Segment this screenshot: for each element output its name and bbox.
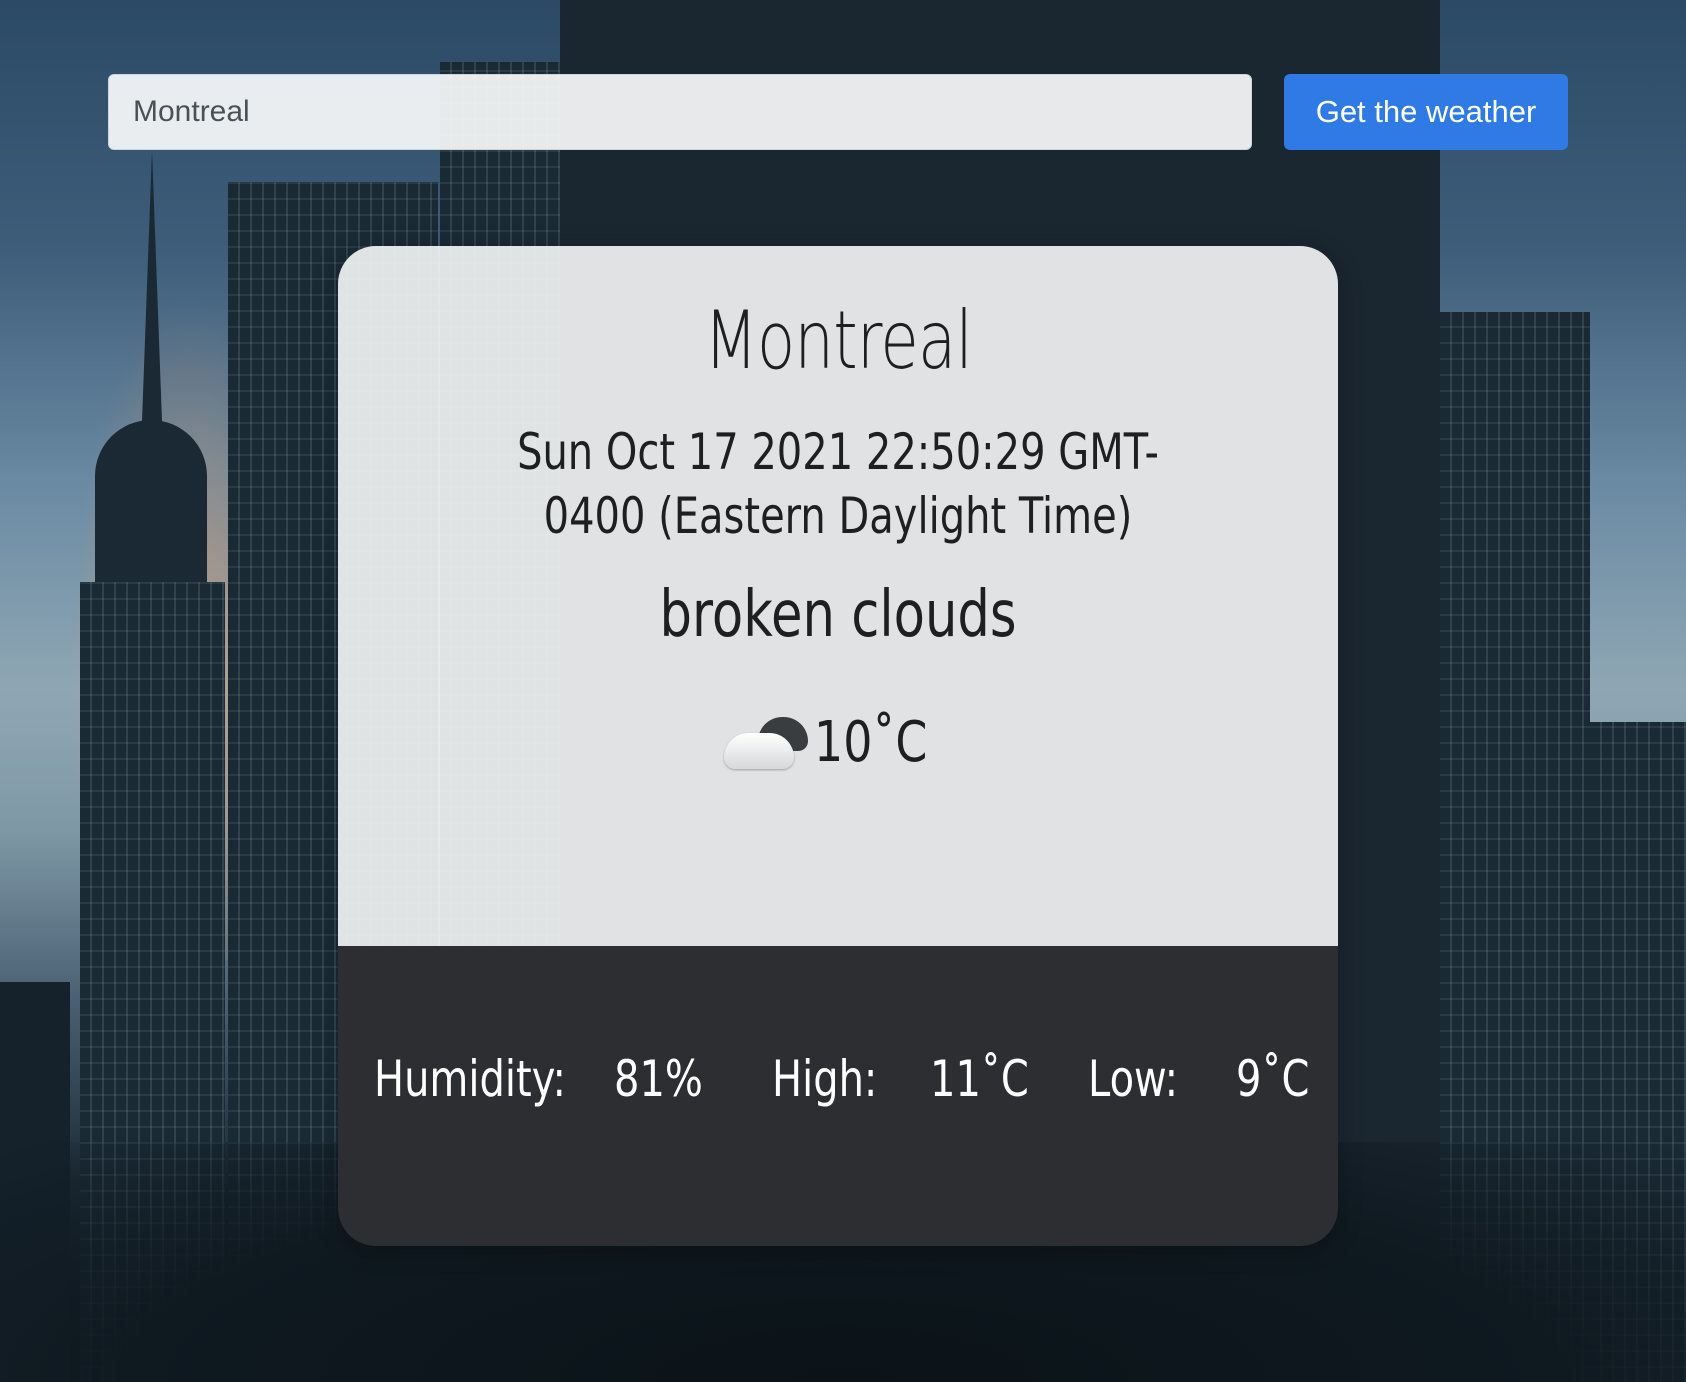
city-name: Montreal	[703, 294, 973, 387]
low-label: Low:	[1088, 1050, 1179, 1108]
weather-description: broken clouds	[659, 578, 1017, 652]
city-search-input[interactable]	[108, 74, 1252, 150]
weather-summary: Montreal Sun Oct 17 2021 22:50:29 GMT-04…	[338, 246, 1338, 946]
local-datetime: Sun Oct 17 2021 22:50:29 GMT-0400 (Easte…	[517, 423, 1159, 545]
low-value: 9˚C	[1236, 1050, 1310, 1108]
humidity-value: 81%	[614, 1050, 703, 1108]
temperature-row: 10˚C	[338, 710, 1338, 775]
weather-details: Humidity: 81% High: 11˚C Low: 9˚C	[338, 946, 1338, 1246]
building-crown	[95, 420, 207, 600]
weather-card: Montreal Sun Oct 17 2021 22:50:29 GMT-04…	[338, 246, 1338, 1246]
get-weather-button[interactable]: Get the weather	[1284, 74, 1568, 150]
humidity-label: Humidity:	[374, 1050, 566, 1108]
high-value: 11˚C	[930, 1050, 1029, 1108]
broken-clouds-icon	[723, 713, 810, 773]
high-label: High:	[772, 1050, 878, 1108]
current-temperature: 10˚C	[813, 710, 928, 775]
